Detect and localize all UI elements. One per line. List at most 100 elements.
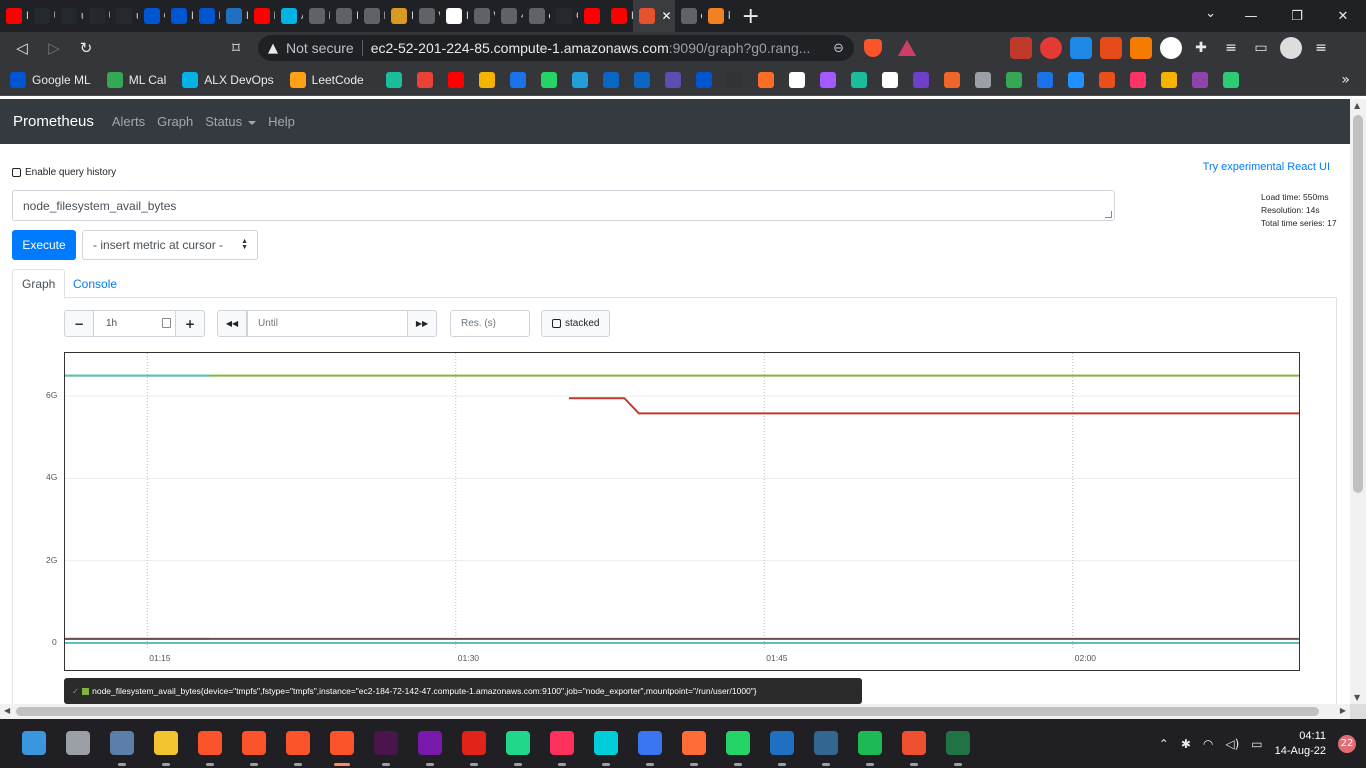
browser-tab[interactable]: Lc [165,0,193,32]
extension-icon[interactable] [1130,37,1152,59]
bookmark-icon[interactable] [1129,71,1146,88]
extension-icon[interactable] [1010,37,1032,59]
nav-alerts[interactable]: Alerts [112,114,145,129]
bookmark-icon[interactable] [1160,71,1177,88]
browser-tab[interactable]: Pr [303,0,330,32]
tab-graph[interactable]: Graph [12,269,66,299]
range-increase-button[interactable]: + [175,310,205,337]
tray-app-icon[interactable]: ✱ [1181,737,1191,751]
bookmark-icon[interactable] [1098,71,1115,88]
postgres-icon[interactable] [814,731,838,755]
bookmark-icon[interactable] [819,71,836,88]
vertical-scroll-thumb[interactable] [1353,115,1363,493]
browser-tab[interactable]: ku [702,0,730,32]
bookmark-icon[interactable] [695,71,712,88]
slack-icon[interactable] [374,731,398,755]
brave-beta-icon[interactable] [242,731,266,755]
horizontal-scrollbar[interactable]: ◀ ▶ [0,704,1350,719]
nav-status[interactable]: Status [205,114,257,129]
bookmark-icon[interactable] [633,71,650,88]
browser-tab[interactable]: W [468,0,495,32]
browser-tab[interactable]: G [138,0,165,32]
vertical-scrollbar[interactable]: ▲ ▼ [1350,99,1366,704]
graph-plot-area[interactable] [64,352,1300,671]
security-indicator[interactable]: Not secure [286,40,354,56]
extension-icon[interactable] [1040,37,1062,59]
browser-tab[interactable]: uc [110,0,138,32]
tab-search-icon[interactable]: ⌄ [1205,6,1216,21]
whatsapp-icon[interactable] [726,731,750,755]
reload-icon[interactable]: ↻ [70,32,102,64]
legend-swatch[interactable] [82,687,90,695]
windows-start-icon[interactable] [22,731,46,755]
close-window-icon[interactable]: ✕ [1320,0,1366,32]
bookmark-icon[interactable] [416,71,433,88]
bookmark-icon[interactable] [974,71,991,88]
brave-shields-icon[interactable] [864,39,882,57]
menu-icon[interactable]: ≡ [1310,37,1332,59]
browser-tab[interactable] [578,0,606,32]
range-input[interactable]: 1h [93,310,176,337]
extension-icon[interactable] [1070,37,1092,59]
browser-tab[interactable]: ec [523,0,550,32]
bookmark-item[interactable]: LeetCode [289,71,364,88]
bookmark-item[interactable]: ALX DevOps [182,71,274,88]
bookmark-icon[interactable] [1222,71,1239,88]
browser-tab[interactable]: Al [275,0,303,32]
webstorm-icon[interactable] [594,731,618,755]
browser-tab[interactable]: W [413,0,440,32]
new-tab-button[interactable]: + [742,4,760,29]
minimize-icon[interactable]: — [1228,0,1274,32]
browser-tab[interactable]: Lc [193,0,220,32]
battery-icon[interactable]: ▭ [1251,737,1262,751]
scroll-left-icon[interactable]: ◀ [4,706,10,715]
bookmark-icon[interactable] [757,71,774,88]
more-bookmarks-icon[interactable]: » [1341,72,1350,88]
browser-tab[interactable]: Pi [440,0,468,32]
file-explorer-icon[interactable] [154,731,178,755]
bookmark-icon[interactable] [571,71,588,88]
scroll-up-icon[interactable]: ▲ [1354,101,1360,110]
bookmark-icon[interactable] [943,71,960,88]
pycharm-icon[interactable] [506,731,530,755]
browser-tab[interactable]: H [0,0,28,32]
bookmark-icon[interactable] [881,71,898,88]
browser-tab[interactable]: ✕ [632,0,675,32]
browser-tab[interactable]: H [248,0,275,32]
browser-tab[interactable]: 4C [495,0,523,32]
task-view-icon[interactable] [66,731,90,755]
extension-icon[interactable] [1160,37,1182,59]
series-line[interactable] [568,397,1299,415]
legend-series-label[interactable]: node_filesystem_avail_bytes{device="tmpf… [92,686,757,696]
acrobat-icon[interactable] [462,731,486,755]
nav-help[interactable]: Help [268,114,295,129]
bookmark-item[interactable]: Google ML [10,71,91,88]
remote-desktop-icon[interactable] [770,731,794,755]
bookmark-icon[interactable] [385,71,402,88]
browser-tab[interactable]: ec [675,0,702,32]
bookmark-icon[interactable] [664,71,681,88]
chevron-up-icon[interactable]: ⌃ [1159,737,1169,751]
bookmark-page-icon[interactable]: ⌑ [220,32,252,64]
bookmark-icon[interactable] [912,71,929,88]
time-back-button[interactable]: ◀◀ [217,310,247,337]
browser-tab[interactable]: U [83,0,110,32]
puzzle-icon[interactable]: ✚ [1190,37,1212,59]
stacked-toggle[interactable]: stacked [541,310,610,337]
git-icon[interactable] [902,731,926,755]
maximize-icon[interactable]: ❐ [1274,0,1320,32]
address-bar[interactable]: ▲ Not secure ec2-52-201-224-85.compute-1… [258,35,854,61]
media-icon[interactable]: ≡ [1220,37,1242,59]
browser-tab[interactable]: Pr [358,0,385,32]
bookmark-icon[interactable] [850,71,867,88]
scroll-right-icon[interactable]: ▶ [1340,706,1346,715]
spinner-icon[interactable] [162,318,171,328]
bookmark-icon[interactable] [1005,71,1022,88]
postman-icon[interactable] [682,731,706,755]
checkbox-icon[interactable] [552,319,561,328]
browser-tab[interactable]: Er [605,0,633,32]
photos-icon[interactable] [110,731,134,755]
bookmark-icon[interactable] [447,71,464,88]
wallet-icon[interactable]: ▭ [1250,37,1272,59]
bookmark-icon[interactable] [602,71,619,88]
